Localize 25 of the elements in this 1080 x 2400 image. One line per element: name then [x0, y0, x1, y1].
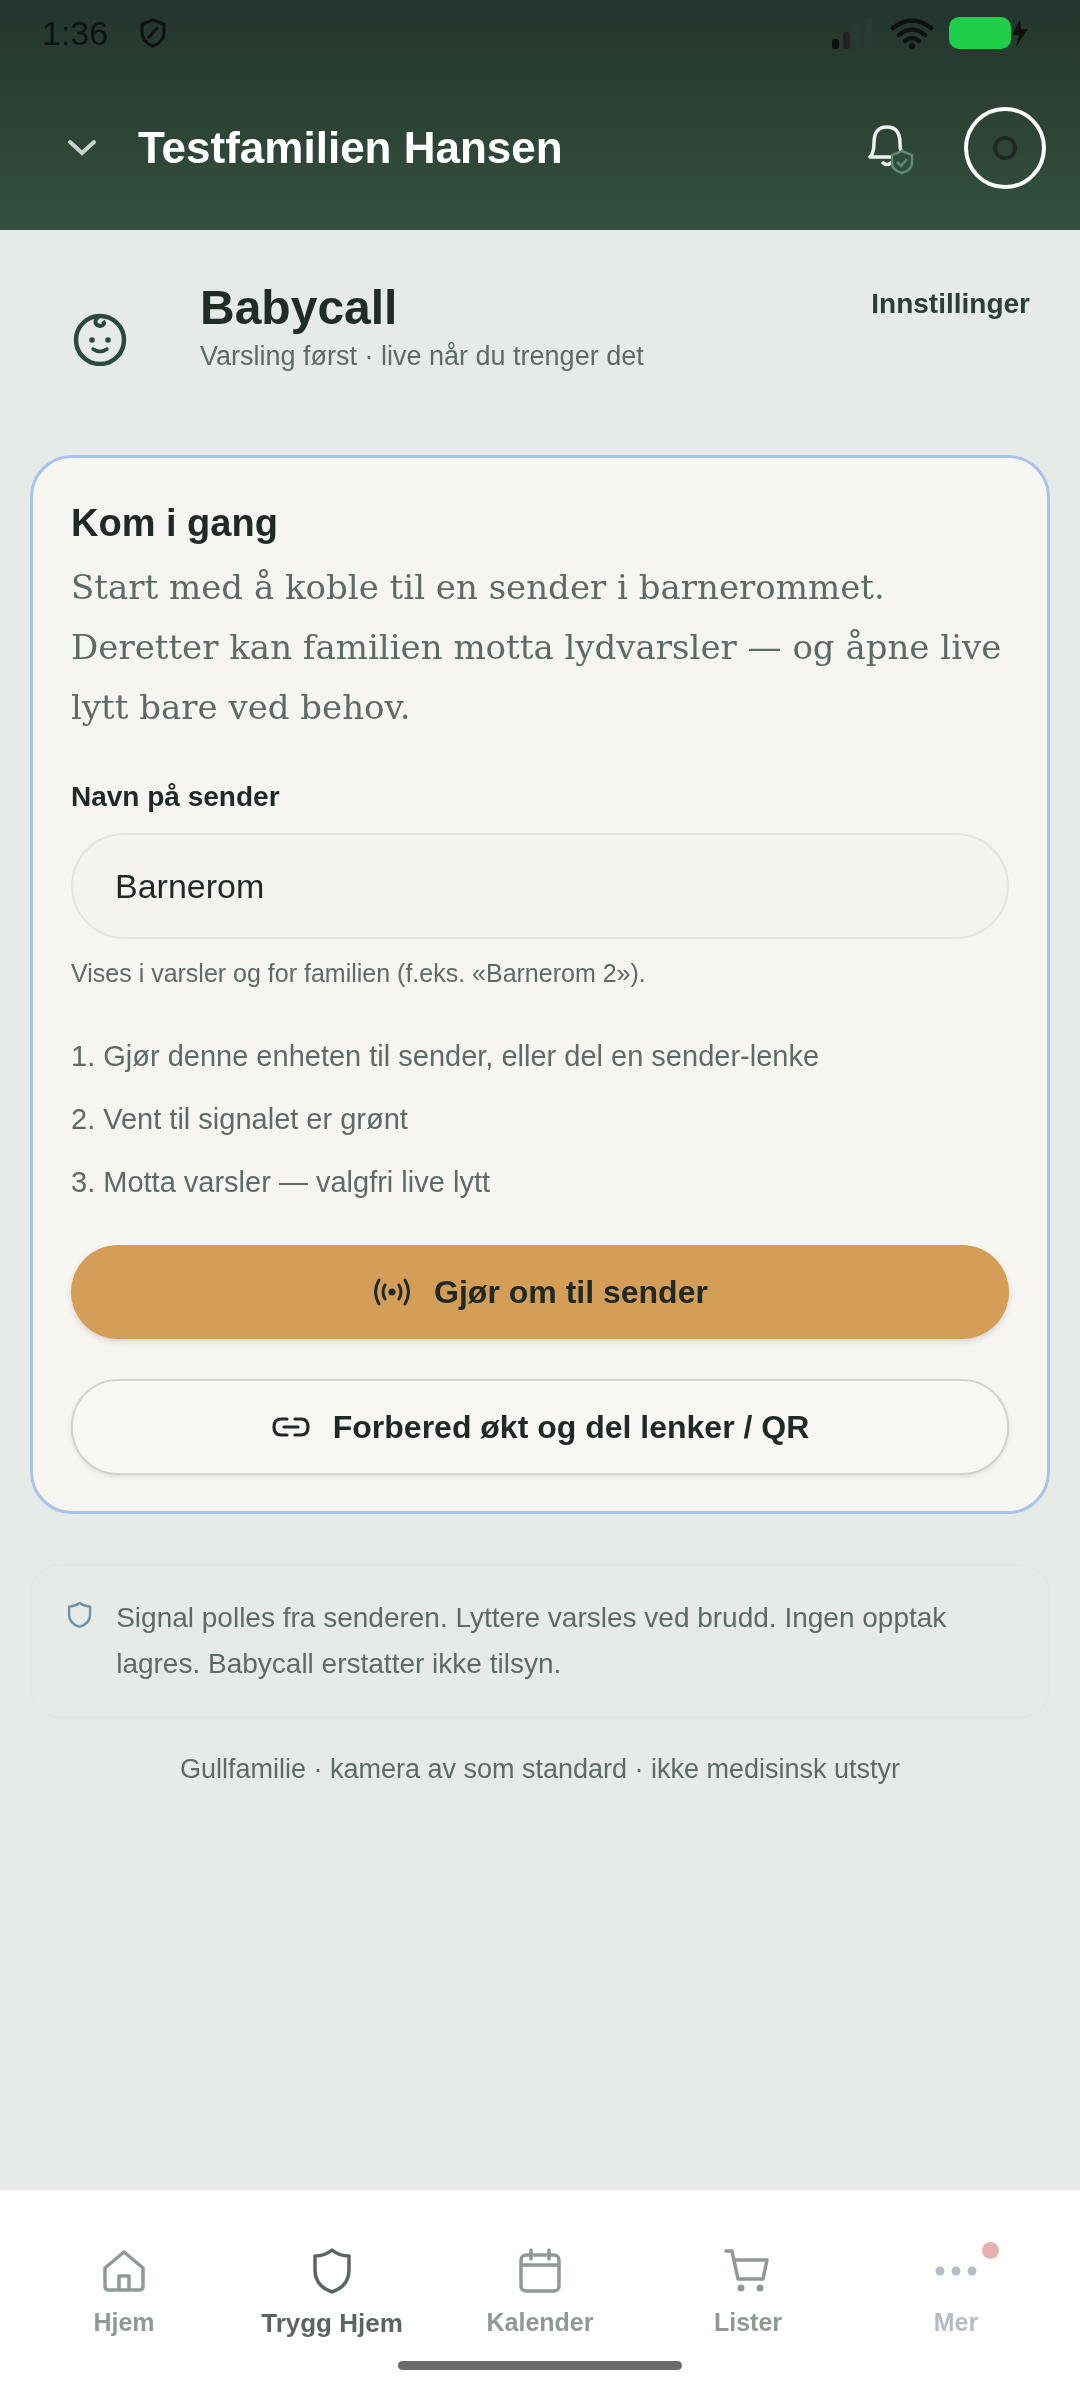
profile-avatar[interactable] — [964, 107, 1046, 189]
step-text: 2. Vent til signalet er grønt — [71, 1103, 409, 1136]
step-text: 1. Gjør denne enheten til sender, eller del en sender-lenke — [71, 1040, 821, 1073]
nav-tab[interactable]: Trygg Hjem — [228, 2190, 436, 2400]
card-title: Kom i gang — [71, 502, 279, 545]
settings-link[interactable]: Innstillinger — [871, 288, 1030, 320]
share-links-button[interactable]: Forbered økt og del lenker / QR — [71, 1379, 1009, 1475]
field-label: Navn på sender — [71, 781, 281, 813]
notice-text: Signal polles fra senderen. Lyttere varsles ved brudd. Ingen opptak lagres. Babycall erstatter ikke tilsyn. — [116, 1601, 948, 1681]
broadcast-icon — [372, 1277, 413, 1307]
family-name[interactable]: Testfamilien Hansen — [138, 123, 563, 173]
intro-text: Start med å koble til en sender i barnerommet. Deretter kan familien motta lydvarsler — og åpne live lytt bare ved behov. — [71, 566, 1003, 729]
make-sender-button[interactable]: Gjør om til sender — [71, 1245, 1009, 1339]
more-icon — [935, 2266, 977, 2276]
footer-text: Gullfamilie · kamera av som standard · ikke medisinsk utstyr — [178, 1754, 902, 1785]
field-hint: Vises i varsler og for familien (f.eks. «Barnerom 2»). — [71, 959, 647, 988]
battery-charging-icon — [948, 16, 1030, 50]
shield-icon — [140, 18, 167, 48]
chevron-down-icon[interactable] — [66, 138, 98, 158]
wifi-icon — [890, 17, 934, 49]
link-icon — [270, 1415, 311, 1439]
sender-name-field[interactable]: Barnerom — [71, 833, 1009, 939]
step-text: 3. Motta varsler — valgfri live lytt — [71, 1166, 491, 1199]
section-title: Babycall — [200, 280, 399, 335]
section-subtitle: Varsling først · live når du trenger det — [200, 341, 645, 372]
